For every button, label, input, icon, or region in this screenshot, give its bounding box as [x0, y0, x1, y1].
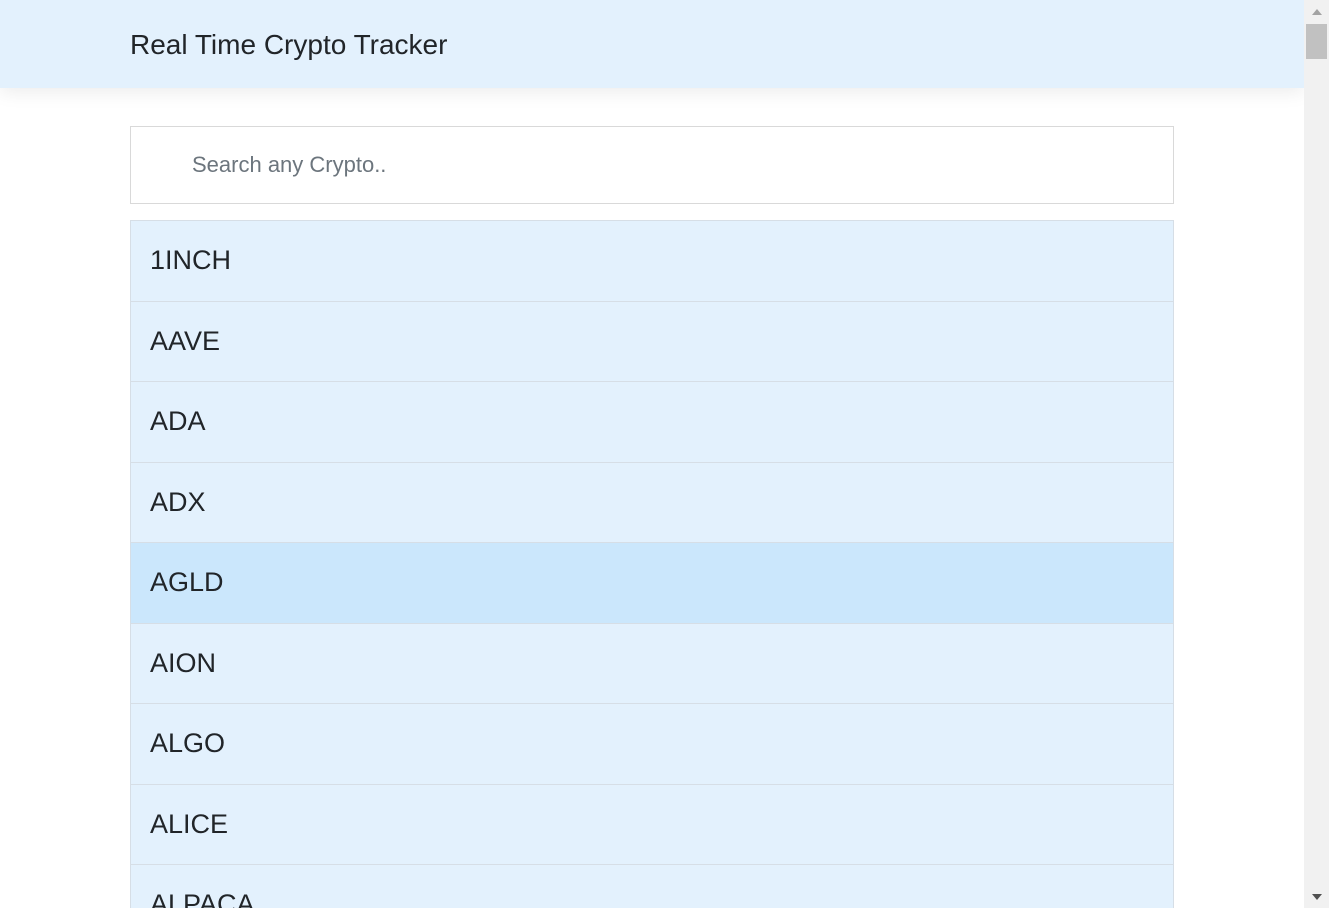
- list-item-adx[interactable]: ADX: [131, 462, 1173, 543]
- header-bar: Real Time Crypto Tracker: [0, 0, 1304, 88]
- list-item-alpaca[interactable]: ALPACA: [131, 865, 1173, 908]
- vertical-scrollbar[interactable]: [1304, 0, 1329, 908]
- list-item-ada[interactable]: ADA: [131, 382, 1173, 463]
- page: Real Time Crypto Tracker 1INCH AAVE ADA …: [0, 0, 1304, 908]
- list-item-algo[interactable]: ALGO: [131, 704, 1173, 785]
- list-item-aion[interactable]: AION: [131, 623, 1173, 704]
- list-item-alice[interactable]: ALICE: [131, 784, 1173, 865]
- list-item-agld[interactable]: AGLD: [131, 543, 1173, 624]
- scroll-down-arrow-icon[interactable]: [1304, 888, 1329, 905]
- crypto-list: 1INCH AAVE ADA ADX AGLD AION ALGO ALICE …: [130, 220, 1174, 908]
- search-input[interactable]: [131, 127, 1173, 203]
- scroll-up-arrow-icon[interactable]: [1304, 3, 1329, 20]
- scroll-thumb[interactable]: [1306, 24, 1327, 59]
- app-title: Real Time Crypto Tracker: [130, 29, 448, 60]
- list-item-1inch[interactable]: 1INCH: [131, 221, 1173, 302]
- search-box: [130, 126, 1174, 204]
- list-item-aave[interactable]: AAVE: [131, 301, 1173, 382]
